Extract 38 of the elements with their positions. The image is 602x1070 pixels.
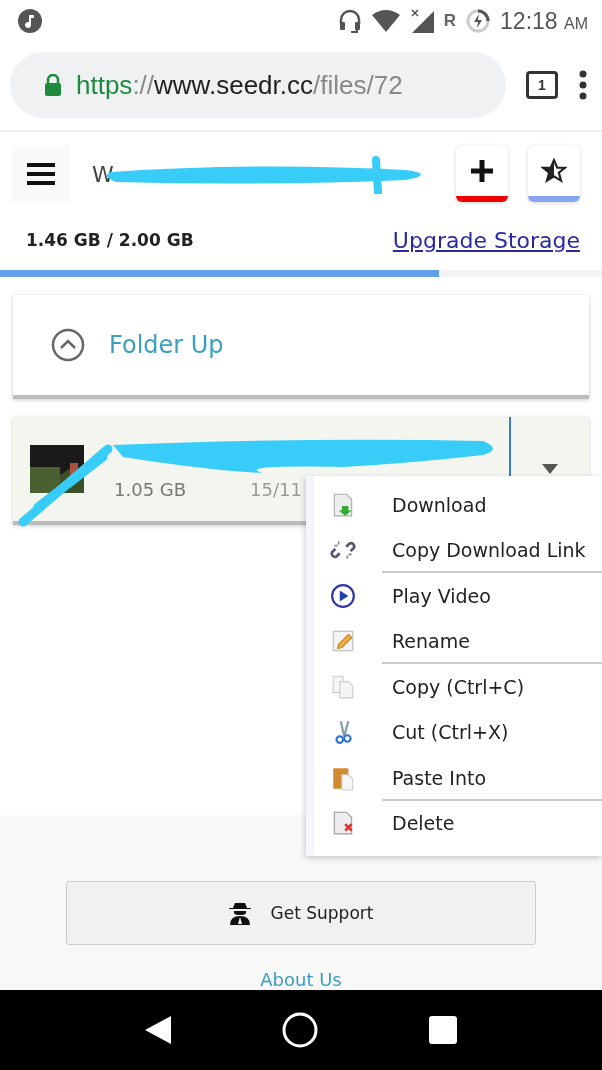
menu-item[interactable]: Delete <box>314 800 602 846</box>
menu-item[interactable]: Paste Into <box>314 755 602 801</box>
plus-icon <box>469 158 495 184</box>
wifi-icon <box>371 10 400 32</box>
clock: 12:18 AM <box>500 7 588 35</box>
menu-icon <box>27 163 55 185</box>
storage-usage: 1.46 GB / 2.00 GB <box>26 230 194 250</box>
play-icon <box>330 582 356 609</box>
back-button[interactable] <box>145 1016 172 1044</box>
home-button[interactable] <box>282 1012 318 1048</box>
get-support-button[interactable]: Get Support <box>66 881 536 945</box>
half-star-icon <box>541 158 567 184</box>
add-button[interactable] <box>456 146 508 202</box>
music-note-icon <box>18 9 42 33</box>
folder-up-label: Folder Up <box>109 331 224 359</box>
favorites-button[interactable] <box>528 146 580 202</box>
address-bar[interactable]: https://www.seedr.cc/files/72 <box>10 52 506 118</box>
caret-icon <box>542 464 558 474</box>
more-menu-icon[interactable] <box>578 70 588 100</box>
menu-item[interactable]: Cut (Ctrl+X) <box>314 709 602 755</box>
file-date: 15/11 <box>250 478 302 500</box>
battery-charging-icon <box>466 9 491 33</box>
menu-item[interactable]: Copy Download Link <box>314 527 602 573</box>
file-size: 1.05 GB <box>114 478 187 500</box>
upgrade-storage-link[interactable]: Upgrade Storage <box>392 227 580 253</box>
headset-icon <box>337 8 362 34</box>
menu-button[interactable] <box>12 145 70 203</box>
cell-signal-icon <box>409 9 434 33</box>
roaming-indicator: R <box>443 11 457 31</box>
recents-button[interactable] <box>428 1016 457 1044</box>
lock-icon <box>44 74 62 96</box>
copy-icon <box>330 673 356 700</box>
menu-item[interactable]: Play Video <box>314 573 602 619</box>
spy-icon <box>228 901 251 925</box>
tab-count[interactable]: 1 <box>526 71 558 99</box>
chevron-up-icon <box>51 328 85 362</box>
menu-item[interactable]: Rename <box>314 618 602 664</box>
menu-item[interactable]: Copy (Ctrl+C) <box>314 664 602 710</box>
